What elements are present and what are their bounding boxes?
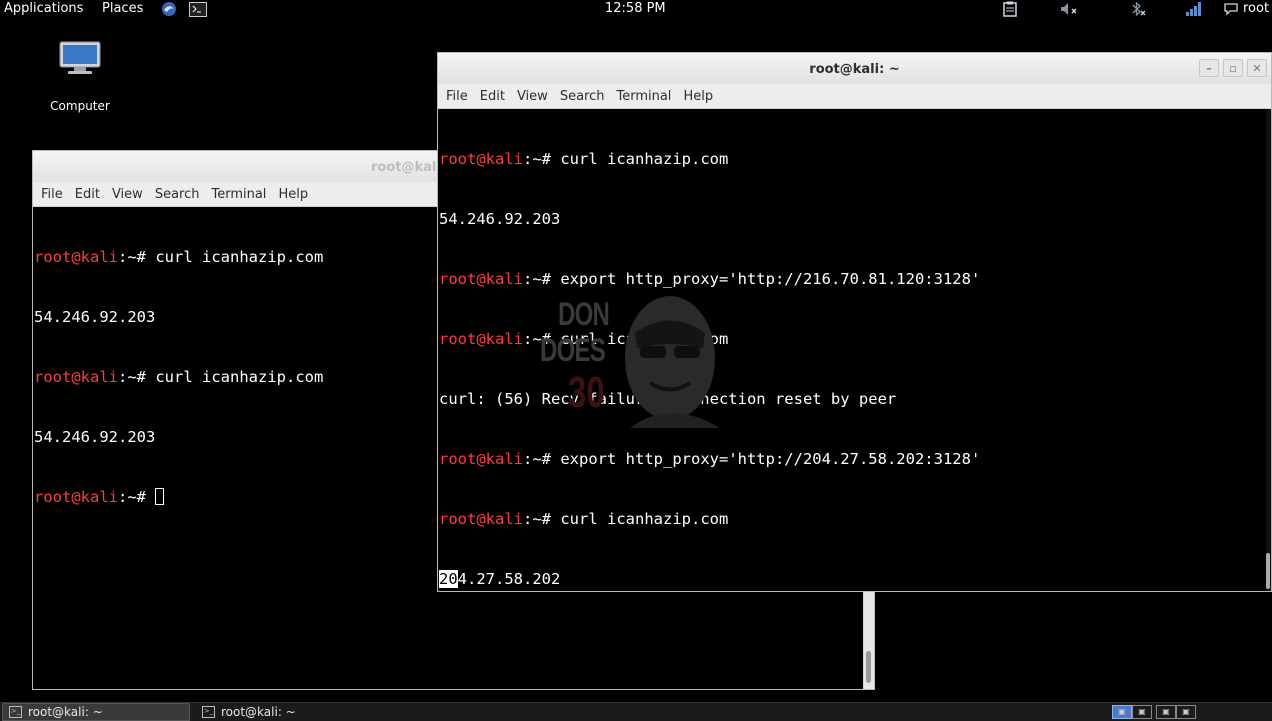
menu-terminal[interactable]: Terminal [610,89,677,104]
menu-bar: File Edit View Search Terminal Help [438,84,1271,109]
terminal-line: root@kali:~# curl icanhazip.com [439,510,729,528]
window-controls: – ▫ ✕ [1199,59,1267,77]
places-menu[interactable]: Places [102,0,143,18]
computer-icon [59,41,101,74]
clock[interactable]: 12:58 PM [605,0,666,18]
taskbar: >_ root@kali: ~ >_ root@kali: ~ ▣ ▣ ▣ ▣ [0,702,1272,721]
menu-edit[interactable]: Edit [474,89,511,104]
menu-search[interactable]: Search [149,187,206,202]
workspace-3[interactable]: ▣ [1156,705,1176,719]
terminal-line: 204.27.58.202 [439,570,561,588]
window-title-text: root@kali: ~ [809,62,900,77]
chat-icon[interactable] [1222,0,1240,18]
workspace-2[interactable]: ▣ [1132,705,1152,719]
menu-file[interactable]: File [35,187,69,202]
menu-file[interactable]: File [440,89,474,104]
close-icon[interactable]: ✕ [1247,59,1267,77]
menu-edit[interactable]: Edit [69,187,106,202]
scrollbar-thumb[interactable] [866,651,871,683]
volume-muted-icon[interactable] [1057,0,1081,18]
terminal-window-front[interactable]: root@kali: ~ – ▫ ✕ File Edit View Search… [437,52,1272,592]
clipboard-icon[interactable] [1000,0,1020,18]
terminal-output[interactable]: root@kali:~# curl icanhazip.com 54.246.9… [438,109,1265,591]
terminal-icon: >_ [9,706,22,718]
user-menu[interactable]: root [1243,0,1269,18]
bluetooth-off-icon[interactable] [1127,0,1149,18]
workspace-1[interactable]: ▣ [1112,705,1132,719]
terminal-line: 54.246.92.203 [439,210,561,228]
minimize-icon[interactable]: – [1199,59,1219,77]
scrollbar[interactable] [863,591,874,689]
terminal-line: root@kali:~# export http_proxy='http://2… [439,270,981,288]
terminal-icon: >_ [202,706,215,718]
taskbar-item-terminal-1[interactable]: >_ root@kali: ~ [2,703,190,721]
menu-view[interactable]: View [511,89,554,104]
terminal-cursor [155,488,165,505]
desktop-computer-label: Computer [50,99,110,113]
kali-dragon-icon[interactable] [159,0,179,18]
menu-help[interactable]: Help [677,89,719,104]
taskbar-item-label: root@kali: ~ [28,705,103,719]
terminal-line: root@kali:~# curl icanhazip.com [439,150,729,168]
terminal-line: root@kali:~# curl icanhazip.com [439,330,729,348]
workspace-4[interactable]: ▣ [1176,705,1196,719]
network-signal-icon[interactable] [1183,0,1205,18]
terminal-icon[interactable] [188,0,208,18]
maximize-icon[interactable]: ▫ [1223,59,1243,77]
menu-terminal[interactable]: Terminal [205,187,272,202]
menu-view[interactable]: View [106,187,149,202]
taskbar-item-terminal-2[interactable]: >_ root@kali: ~ [196,703,384,721]
terminal-line: curl: (56) Recv failure: Connection rese… [439,390,897,408]
top-panel: Applications Places 12:58 PM root [0,0,1272,18]
selected-text: 20 [439,570,458,588]
scrollbar[interactable] [1266,109,1271,591]
desktop-computer-icon[interactable]: Computer [44,40,116,113]
scrollbar-thumb[interactable] [1266,553,1270,589]
applications-menu[interactable]: Applications [4,0,83,18]
menu-help[interactable]: Help [272,187,314,202]
terminal-line: root@kali:~# export http_proxy='http://2… [439,450,981,468]
menu-search[interactable]: Search [554,89,611,104]
taskbar-item-label: root@kali: ~ [221,705,296,719]
window-title[interactable]: root@kali: ~ – ▫ ✕ [438,53,1271,84]
